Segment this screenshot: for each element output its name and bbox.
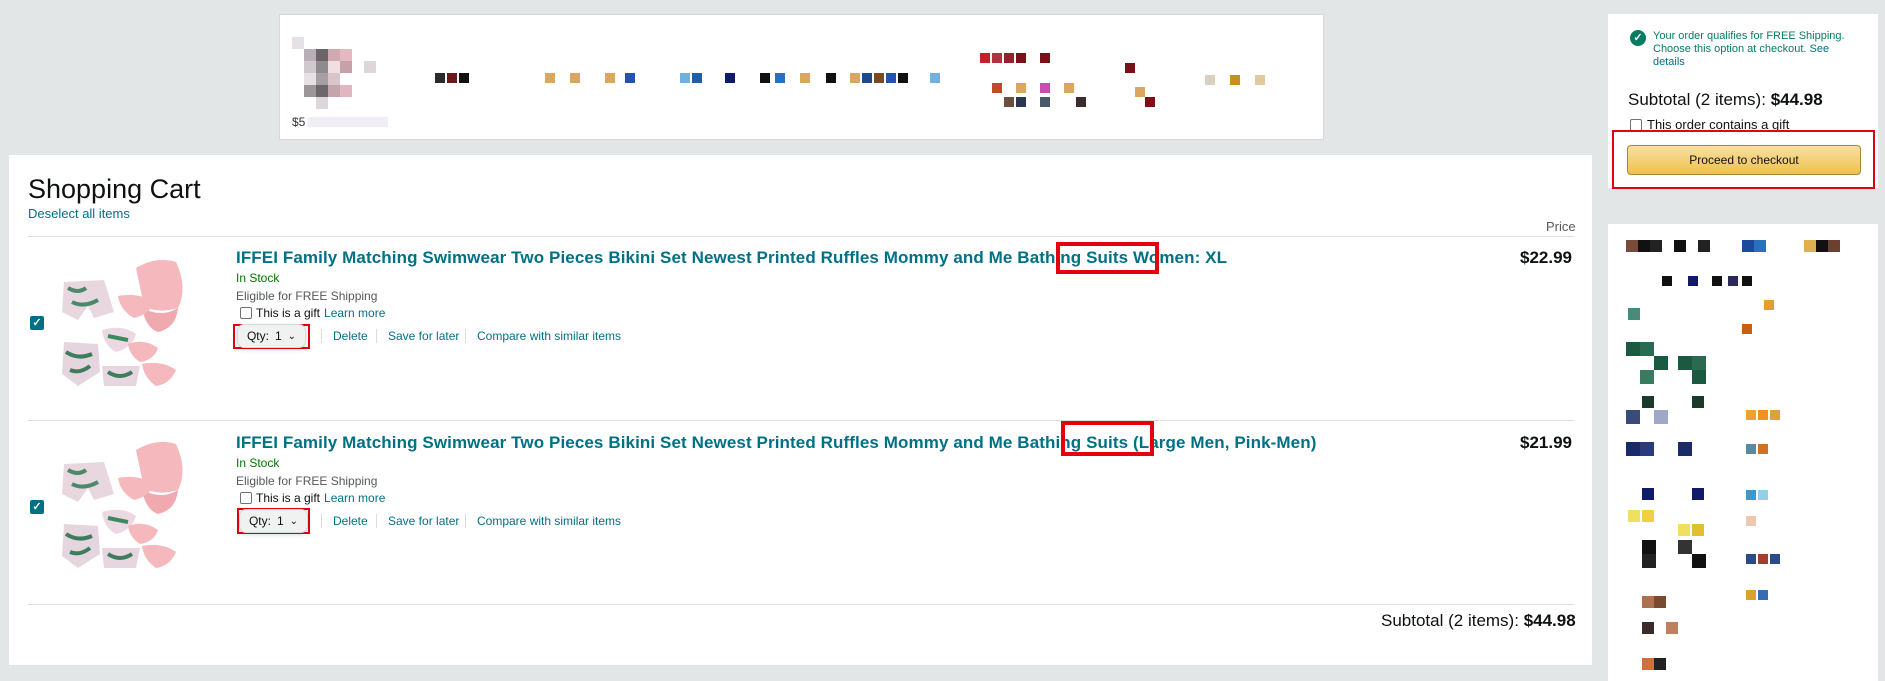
shipping-eligibility: Eligible for FREE Shipping [236, 474, 378, 488]
divider [28, 604, 1574, 605]
divider [28, 236, 1574, 237]
qty-value: 1 [276, 514, 284, 528]
divider [28, 420, 1574, 421]
gift-option[interactable]: This is a gift Learn more [240, 491, 385, 505]
item-select-checkbox[interactable]: ✓ [30, 500, 44, 514]
learn-more-link[interactable]: Learn more [324, 491, 385, 505]
variant-highlight-box [1061, 421, 1154, 456]
chevron-down-icon: ⌄ [287, 330, 297, 342]
page-title: Shopping Cart [28, 174, 201, 204]
recommendations-panel[interactable] [1608, 224, 1878, 681]
item-price: $22.99 [1520, 248, 1572, 267]
cart-item-title[interactable]: IFFEI Family Matching Swimwear Two Piece… [236, 433, 1316, 453]
gift-order-checkbox[interactable] [1630, 118, 1642, 131]
gift-label: This is a gift [256, 491, 321, 505]
deselect-all-link[interactable]: Deselect all items [28, 206, 130, 221]
ad-price-fragment: $5 [292, 115, 306, 129]
chevron-down-icon: ⌄ [289, 515, 299, 527]
summary-subtotal: Subtotal (2 items): $44.98 [1628, 90, 1823, 110]
product-title-text[interactable]: IFFEI Family Matching Swimwear Two Piece… [236, 248, 1128, 267]
stock-status: In Stock [236, 456, 280, 470]
gift-option[interactable]: This is a gift Learn more [240, 306, 385, 320]
price-column-header: Price [1546, 219, 1576, 234]
item-price: $21.99 [1520, 433, 1572, 452]
shipping-eligibility: Eligible for FREE Shipping [236, 289, 378, 303]
subtotal-label: Subtotal (2 items): [1381, 611, 1519, 630]
product-title-text[interactable]: IFFEI Family Matching Swimwear Two Piece… [236, 433, 1128, 452]
free-shipping-message: Your order qualifies for FREE Shipping. … [1653, 30, 1853, 69]
save-for-later-link[interactable]: Save for later [388, 329, 459, 343]
delete-link[interactable]: Delete [333, 329, 368, 343]
cart-panel [9, 155, 1592, 665]
qty-value: 1 [274, 329, 282, 343]
product-variant-suffix: , Pink-Men) [1224, 433, 1317, 452]
sponsored-ad-banner[interactable]: $5 [279, 14, 1324, 140]
qty-label: Qty: [246, 329, 269, 343]
proceed-to-checkout-button[interactable]: Proceed to checkout [1627, 145, 1861, 175]
gift-checkbox[interactable] [240, 492, 252, 504]
save-for-later-link[interactable]: Save for later [388, 514, 459, 528]
learn-more-link[interactable]: Learn more [324, 306, 385, 320]
product-image[interactable] [58, 430, 190, 580]
variant-highlight-box [1056, 242, 1159, 274]
summary-subtotal-label: Subtotal (2 items): [1628, 90, 1766, 109]
gift-checkbox[interactable] [240, 307, 252, 319]
item-select-checkbox[interactable]: ✓ [30, 316, 44, 330]
compare-similar-link[interactable]: Compare with similar items [477, 514, 621, 528]
stock-status: In Stock [236, 271, 280, 285]
gift-label: This is a gift [256, 306, 321, 320]
quantity-dropdown[interactable]: Qty: 1 ⌄ [239, 509, 308, 533]
checkmark-circle-icon: ✓ [1630, 30, 1646, 46]
delete-link[interactable]: Delete [333, 514, 368, 528]
product-image[interactable] [58, 248, 190, 398]
compare-similar-link[interactable]: Compare with similar items [477, 329, 621, 343]
subtotal-value: $44.98 [1523, 611, 1576, 630]
summary-subtotal-value: $44.98 [1770, 90, 1823, 109]
cart-subtotal: Subtotal (2 items): $44.98 [1381, 611, 1576, 631]
qty-label: Qty: [248, 514, 271, 528]
quantity-dropdown[interactable]: Qty: 1 ⌄ [237, 324, 306, 348]
